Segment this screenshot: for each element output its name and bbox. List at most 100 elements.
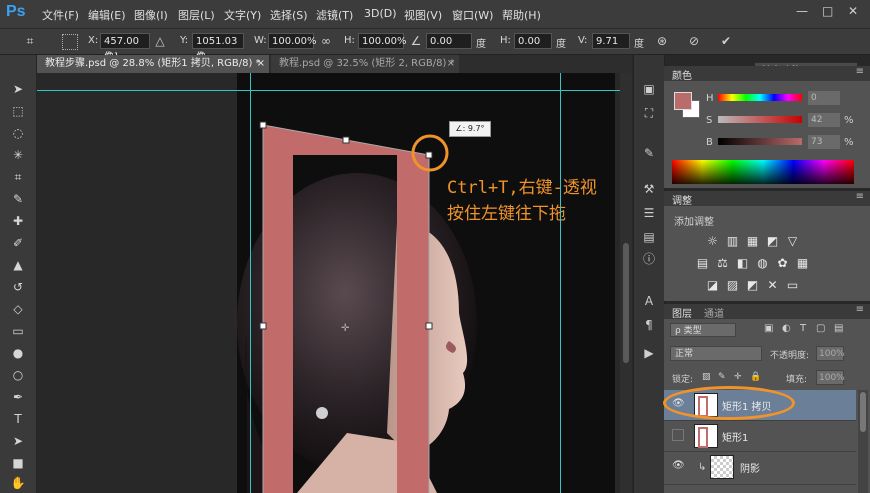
height-field[interactable]: 100.00%: [358, 33, 407, 49]
path-selection-icon[interactable]: ➤: [10, 433, 26, 449]
vertical-scrollbar[interactable]: [620, 73, 632, 493]
play-action-icon[interactable]: ▶: [641, 345, 657, 361]
healing-brush-icon[interactable]: ✚: [10, 213, 26, 229]
layer-row[interactable]: 👁 ↳ 阴影: [664, 452, 856, 485]
filter-shape-icon[interactable]: ▢: [816, 323, 825, 334]
visibility-eye-icon[interactable]: 👁: [672, 460, 685, 472]
y-field[interactable]: 1051.03 像: [192, 33, 244, 63]
paragraph-icon[interactable]: ¶: [641, 317, 657, 333]
menu-image[interactable]: 图像(I): [134, 7, 168, 23]
brightness-slider[interactable]: [718, 138, 802, 145]
scroll-thumb[interactable]: [623, 243, 629, 363]
filter-adjust-icon[interactable]: ◐: [782, 323, 791, 334]
transform-handle[interactable]: [259, 121, 267, 129]
visibility-toggle[interactable]: [672, 429, 684, 441]
layers-scrollbar[interactable]: [858, 390, 868, 493]
eraser-tool-icon[interactable]: ◇: [10, 301, 26, 317]
tab-document-2[interactable]: 教程.psd @ 32.5% (矩形 2, RGB/8) * ×: [271, 55, 459, 73]
h-field[interactable]: 0: [808, 91, 840, 105]
move-tool-icon[interactable]: ➤: [10, 81, 26, 97]
tool-presets-icon[interactable]: ⚒: [641, 181, 657, 197]
eyedropper-icon[interactable]: ✎: [10, 191, 26, 207]
transform-handle[interactable]: [259, 322, 267, 330]
magic-wand-icon[interactable]: ✳: [10, 147, 26, 163]
fill-field[interactable]: 100%: [816, 370, 845, 385]
cancel-transform-icon[interactable]: ⊘: [686, 33, 702, 49]
close-tab-icon[interactable]: ×: [257, 55, 265, 73]
gradient-map-adjust-icon[interactable]: ▭: [786, 279, 799, 292]
levels-adjust-icon[interactable]: ▥: [726, 235, 739, 248]
angle-field[interactable]: 0.00: [426, 33, 472, 49]
menu-type[interactable]: 文字(Y): [224, 7, 261, 23]
history-icon[interactable]: ▣: [641, 81, 657, 97]
selective-color-adjust-icon[interactable]: ✕: [766, 279, 779, 292]
document-canvas[interactable]: ✛ ∠: 9.7° Ctrl+T,右键-透视 按住左键往下拖: [237, 73, 615, 493]
blur-tool-icon[interactable]: ●: [10, 345, 26, 361]
posterize-adjust-icon[interactable]: ▨: [726, 279, 739, 292]
panel-menu-icon[interactable]: ≡: [856, 304, 864, 315]
notes-icon[interactable]: ▤: [641, 229, 657, 245]
b-field[interactable]: 73: [808, 135, 840, 149]
s-field[interactable]: 42: [808, 113, 840, 127]
close-button[interactable]: ✕: [848, 4, 858, 18]
lock-position-icon[interactable]: ✛: [734, 372, 742, 382]
pen-tool-icon[interactable]: ✒: [10, 389, 26, 405]
layer-row[interactable]: 矩形1: [664, 421, 856, 452]
lock-all-icon[interactable]: 🔒: [750, 372, 761, 382]
marquee-tool-icon[interactable]: ⬚: [10, 103, 26, 119]
width-field[interactable]: 100.00%: [268, 33, 317, 49]
vibrance-adjust-icon[interactable]: ▽: [786, 235, 799, 248]
menu-filter[interactable]: 滤镜(T): [316, 7, 353, 23]
menu-edit[interactable]: 编辑(E): [88, 7, 126, 23]
filter-type-icon[interactable]: T: [800, 323, 806, 334]
menu-help[interactable]: 帮助(H): [502, 7, 541, 23]
brush-tool-icon[interactable]: ✐: [10, 235, 26, 251]
menu-view[interactable]: 视图(V): [404, 7, 442, 23]
gradient-tool-icon[interactable]: ▭: [10, 323, 26, 339]
black-white-adjust-icon[interactable]: ◧: [736, 257, 749, 270]
hand-tool-icon[interactable]: ✋: [10, 475, 26, 491]
menu-window[interactable]: 窗口(W): [452, 7, 493, 23]
threshold-adjust-icon[interactable]: ◩: [746, 279, 759, 292]
dodge-tool-icon[interactable]: ○: [10, 367, 26, 383]
panel-menu-icon[interactable]: ≡: [856, 66, 864, 77]
tab-document-1[interactable]: 教程步骤.psd @ 28.8% (矩形1 拷贝, RGB/8) * ×: [37, 55, 269, 73]
history-brush-icon[interactable]: ↺: [10, 279, 26, 295]
info-icon[interactable]: ⓘ: [641, 251, 657, 267]
exposure-adjust-icon[interactable]: ◩: [766, 235, 779, 248]
blend-mode-select[interactable]: 正常: [670, 346, 762, 361]
minimize-button[interactable]: —: [796, 4, 808, 18]
link-icon[interactable]: ∞: [318, 33, 334, 49]
photo-filter-adjust-icon[interactable]: ◍: [756, 257, 769, 270]
hue-slider[interactable]: [718, 94, 802, 101]
brush-presets-icon[interactable]: ✎: [641, 145, 657, 161]
opacity-field[interactable]: 100%: [816, 346, 845, 361]
invert-adjust-icon[interactable]: ◪: [706, 279, 719, 292]
tab-layers[interactable]: 图层: [672, 305, 692, 320]
character-icon[interactable]: A: [641, 293, 657, 309]
lasso-tool-icon[interactable]: ◌: [10, 125, 26, 141]
color-lookup-adjust-icon[interactable]: ▦: [796, 257, 809, 270]
filter-pixel-icon[interactable]: ▣: [764, 323, 773, 334]
lock-pixels-icon[interactable]: ✎: [718, 372, 726, 382]
color-balance-adjust-icon[interactable]: ⚖: [716, 257, 729, 270]
layer-name[interactable]: 矩形1: [722, 429, 748, 444]
warp-icon[interactable]: ⊛: [654, 33, 670, 49]
hskew-field[interactable]: 0.00: [514, 33, 552, 49]
canvas-area[interactable]: ✛ ∠: 9.7° Ctrl+T,右键-透视 按住左键往下拖: [37, 73, 620, 493]
hue-sat-adjust-icon[interactable]: ▤: [696, 257, 709, 270]
transform-handle[interactable]: [425, 151, 433, 159]
color-spectrum[interactable]: [672, 160, 854, 184]
layer-comps-icon[interactable]: ⛶: [641, 105, 657, 121]
menu-layer[interactable]: 图层(L): [178, 7, 215, 23]
layer-name[interactable]: 阴影: [740, 460, 760, 475]
delta-icon[interactable]: △: [152, 33, 168, 49]
maximize-button[interactable]: □: [822, 4, 833, 18]
transform-tool-icon[interactable]: ⌗: [22, 33, 38, 49]
curves-adjust-icon[interactable]: ▦: [746, 235, 759, 248]
properties-icon[interactable]: ☰: [641, 205, 657, 221]
transform-handle[interactable]: [342, 136, 350, 144]
commit-transform-icon[interactable]: ✔: [718, 33, 734, 49]
panel-menu-icon[interactable]: ≡: [856, 191, 864, 202]
menu-file[interactable]: 文件(F): [42, 7, 79, 23]
